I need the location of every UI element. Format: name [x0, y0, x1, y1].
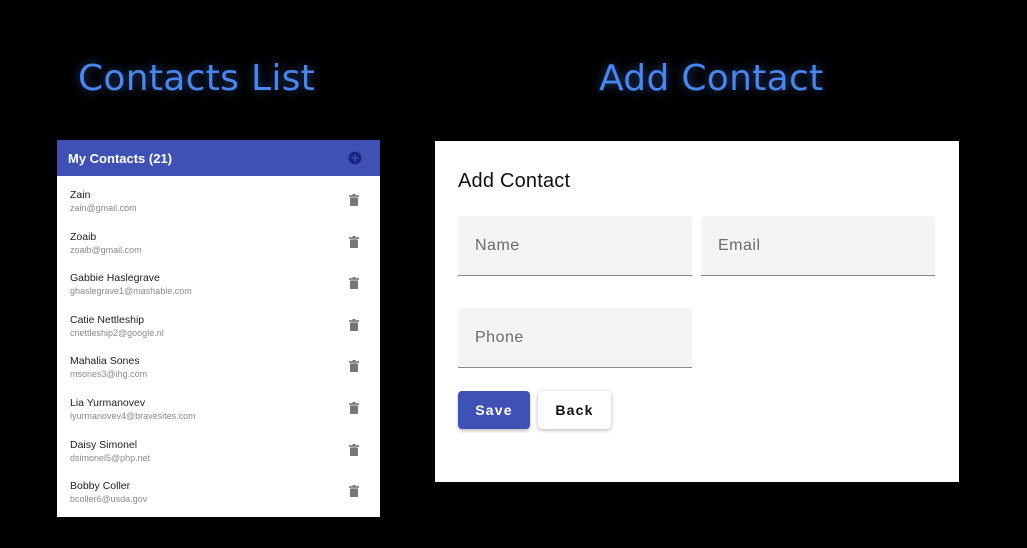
add-contact-form: Add Contact Save Back: [435, 141, 959, 482]
contact-email: cnettleship2@google.nl: [70, 327, 164, 338]
contact-name: Mahalia Sones: [70, 355, 140, 368]
delete-icon[interactable]: [349, 401, 359, 414]
contact-name: Zain: [70, 189, 91, 201]
delete-icon[interactable]: [349, 318, 359, 331]
contact-email: ghaslegrave1@mashable.com: [70, 286, 192, 297]
contact-email: zoaib@gmail.com: [70, 244, 142, 255]
contact-list-item[interactable]: Zoaib zoaib@gmail.com: [57, 218, 380, 260]
delete-icon[interactable]: [349, 276, 359, 290]
contact-list-item[interactable]: Bobby Coller bcoller6@usda.gov: [57, 467, 380, 509]
contact-name: Catie Nettleship: [70, 313, 145, 326]
add-circle-icon[interactable]: [348, 151, 362, 165]
contact-list-item[interactable]: Mahalia Sones msones3@ihg.com: [57, 342, 380, 384]
contacts-header: My Contacts (21): [57, 140, 380, 176]
contact-name: Lia Yurmanovev: [70, 396, 146, 409]
contact-name: Bobby Coller: [70, 480, 131, 493]
contacts-header-title: My Contacts (21): [68, 150, 173, 166]
contact-email: lyurmanovev4@bravesites.com: [70, 410, 196, 421]
contact-list-item[interactable]: Lia Yurmanovev lyurmanovev4@bravesites.co…: [57, 384, 380, 426]
delete-icon[interactable]: [349, 443, 359, 456]
phone-field[interactable]: [458, 308, 692, 368]
contact-name: Zoaib: [70, 230, 97, 243]
contact-list-item[interactable]: Gabbie Haslegrave ghaslegrave1@mashable.c…: [57, 259, 380, 301]
delete-icon[interactable]: [349, 359, 359, 373]
email-field[interactable]: [701, 216, 935, 276]
app-stage: Contacts List Add Contact My Contacts (2…: [0, 0, 1027, 548]
delete-icon[interactable]: [349, 235, 359, 248]
contacts-panel: My Contacts (21) Zain zain@gmail.com Zoaib…: [57, 140, 380, 517]
delete-icon[interactable]: [349, 484, 359, 498]
contacts-list-heading: Contacts List: [78, 58, 316, 99]
contact-email: bcoller6@usda.gov: [70, 494, 148, 505]
back-button[interactable]: Back: [538, 391, 611, 429]
delete-icon[interactable]: [349, 193, 359, 206]
contact-email: msones3@ihg.com: [70, 369, 148, 380]
contact-name: Daisy Simonel: [70, 438, 138, 451]
contact-list-item[interactable]: Catie Nettleship cnettleship2@google.nl: [57, 301, 380, 343]
save-button[interactable]: Save: [458, 391, 530, 429]
contact-email: dsimonel5@php.net: [70, 452, 151, 463]
name-field[interactable]: [458, 216, 692, 276]
contact-list-item[interactable]: Zain zain@gmail.com: [57, 176, 380, 218]
contact-name: Gabbie Haslegrave: [70, 272, 160, 285]
contact-list: Zain zain@gmail.com Zoaib zoaib@gmail.com Ga…: [57, 176, 380, 509]
contact-list-item[interactable]: Daisy Simonel dsimonel5@php.net: [57, 426, 380, 468]
contact-email: zain@gmail.com: [70, 203, 137, 213]
add-contact-heading: Add Contact: [599, 58, 824, 99]
form-title: Add Contact: [458, 170, 571, 192]
